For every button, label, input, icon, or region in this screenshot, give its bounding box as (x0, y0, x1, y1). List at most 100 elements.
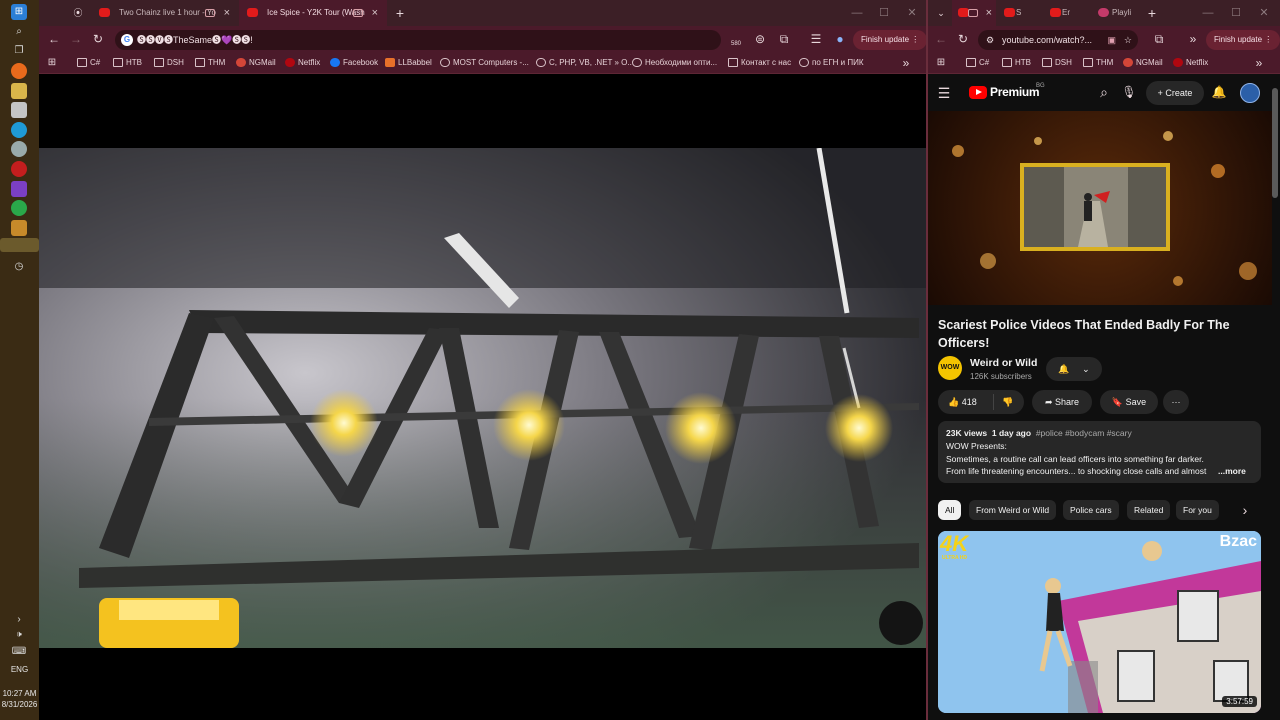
video-player[interactable] (39, 148, 926, 648)
media-control-icon[interactable]: ☰ (807, 30, 825, 48)
tab-search-icon[interactable]: ⌄ (932, 4, 950, 22)
bookmark-star-icon[interactable]: ☆ (1124, 30, 1132, 50)
bookmark-netflix[interactable]: Netflix (1173, 52, 1208, 74)
chip-for-you[interactable]: For you (1176, 500, 1219, 520)
extensions-puzzle-icon[interactable]: ⧉ (775, 30, 793, 48)
bookmark-folder-thm[interactable]: THM (1083, 52, 1113, 74)
close-tab-icon[interactable]: × (372, 0, 378, 26)
cast-icon[interactable]: ▣ (1107, 30, 1116, 50)
notifications-bell-icon[interactable]: 🔔 (1210, 83, 1228, 101)
tab-ice-spice[interactable]: Ice Spice - Y2K Tour (Wash × (239, 0, 387, 26)
account-avatar[interactable] (1240, 83, 1260, 103)
apps-grid-icon[interactable]: ⊞ (43, 54, 61, 72)
bookmark-neobhodimi[interactable]: Необходими опти... (632, 52, 717, 74)
chip-all[interactable]: All (938, 500, 962, 520)
extensions-puzzle-icon[interactable]: ⧉ (1150, 30, 1168, 48)
subscribed-notifications-button[interactable]: 🔔 ⌄ (1046, 357, 1102, 381)
save-button[interactable]: 🔖 Save (1100, 390, 1158, 414)
edge-icon[interactable] (11, 122, 27, 138)
tab-search-icon[interactable]: ⦿ (69, 4, 87, 22)
extension-badge[interactable]: 580 (727, 30, 745, 48)
forward-icon[interactable]: → (67, 30, 85, 48)
menu-icon[interactable]: ☰ (935, 84, 953, 102)
overflow-chevron-icon[interactable]: » (1184, 30, 1202, 48)
search-icon[interactable]: ⌕ (11, 24, 27, 40)
bookmark-llbabbel[interactable]: LLBabbel (385, 52, 432, 74)
clock-time[interactable]: 10:27 AM (0, 689, 39, 699)
opera-icon[interactable] (11, 161, 27, 177)
bookmark-facebook[interactable]: Facebook (330, 52, 378, 74)
language-indicator[interactable]: ENG (0, 665, 39, 675)
tab-active-youtube[interactable]: × (952, 0, 996, 26)
mini-player[interactable] (928, 111, 1272, 305)
chrome-active-icon[interactable] (0, 238, 39, 252)
create-button[interactable]: + Create (1146, 81, 1204, 105)
bookmark-folder-dsh[interactable]: DSH (1042, 52, 1072, 74)
bookmark-folder-thm[interactable]: THM (195, 52, 225, 74)
maximize-icon[interactable]: ☐ (1222, 0, 1250, 26)
firefox-icon[interactable] (11, 63, 27, 79)
dislike-button[interactable]: 👎 (1002, 390, 1013, 414)
onenote-icon[interactable] (11, 181, 27, 197)
reload-icon[interactable]: ↻ (954, 30, 972, 48)
keyboard-icon[interactable]: ⌨ (11, 644, 27, 660)
clock-date[interactable]: 8/31/2026 (0, 700, 39, 710)
file-explorer-icon[interactable] (11, 83, 27, 99)
like-button[interactable]: 👍 418 (948, 397, 977, 407)
bookmark-c-php[interactable]: C, PHP, VB, .NET » O... (536, 52, 634, 74)
back-icon[interactable]: ← (45, 30, 63, 48)
close-window-icon[interactable]: ✕ (1250, 0, 1278, 26)
bookmark-netflix[interactable]: Netflix (285, 52, 320, 74)
tab-playlist[interactable]: Playli (1092, 0, 1142, 26)
youtube-premium-logo[interactable]: Premium (990, 85, 1040, 99)
start-icon[interactable]: ⊞ (11, 4, 27, 20)
settings-icon[interactable] (11, 141, 27, 157)
hashtags[interactable]: #police #bodycam #scary (1036, 428, 1132, 438)
page-scrollbar[interactable] (1272, 88, 1278, 198)
new-tab-icon[interactable]: + (1143, 4, 1161, 22)
channel-name[interactable]: Weird or Wild (970, 357, 1037, 369)
tab-s[interactable]: S (998, 0, 1042, 26)
extension-icon[interactable]: ⊜ (751, 30, 769, 48)
address-bar[interactable]: ⚙ youtube.com/watch?... ▣ ☆ (978, 30, 1138, 50)
microphone-icon[interactable]: 🎙 (1120, 83, 1138, 101)
close-tab-icon[interactable]: × (986, 0, 992, 26)
finish-update-button[interactable]: Finish update ⋮ (1206, 30, 1280, 50)
bookmark-folder-ntv[interactable]: НТВ (113, 52, 142, 74)
close-tab-icon[interactable]: × (224, 0, 230, 26)
chrome-icon[interactable] (11, 200, 27, 216)
app-icon[interactable] (11, 102, 27, 118)
bookmark-folder-dsh[interactable]: DSH (154, 52, 184, 74)
description-box[interactable]: 23K views 1 day ago #police #bodycam #sc… (938, 421, 1261, 483)
volume-icon[interactable]: 🕩 (11, 626, 27, 642)
chip-related[interactable]: Related (1127, 500, 1171, 520)
finish-update-button[interactable]: Finish update ⋮ (853, 30, 928, 50)
bookmark-most-computers[interactable]: MOST Computers -... (440, 52, 529, 74)
more-actions-button[interactable]: ··· (1163, 390, 1189, 414)
youtube-logo-icon[interactable] (969, 86, 987, 99)
chips-next-icon[interactable]: › (1236, 501, 1254, 519)
tab-two-chainz[interactable]: Two Chainz live 1 hour - Yo × (91, 0, 239, 26)
reload-icon[interactable]: ↻ (89, 30, 107, 48)
channel-avatar[interactable]: WOW (938, 356, 962, 380)
close-window-icon[interactable]: ✕ (898, 0, 926, 26)
clock-app-icon[interactable]: ◷ (11, 259, 27, 275)
tab-er[interactable]: Er (1044, 0, 1090, 26)
new-tab-icon[interactable]: + (391, 4, 409, 22)
task-view-icon[interactable]: ❐ (11, 43, 27, 59)
search-icon[interactable]: ⌕ (1095, 83, 1113, 101)
profile-icon[interactable]: ● (831, 30, 849, 48)
chip-from-channel[interactable]: From Weird or Wild (969, 500, 1057, 520)
bookmark-ngmail[interactable]: NGMail (1123, 52, 1163, 74)
back-icon[interactable]: ← (932, 30, 950, 48)
show-more-link[interactable]: ...more (1218, 466, 1246, 476)
apps-grid-icon[interactable]: ⊞ (932, 54, 950, 72)
share-button[interactable]: ➦ Share (1032, 390, 1092, 414)
bookmark-folder-csharp[interactable]: C# (77, 52, 100, 74)
bookmark-folder-ntv[interactable]: НТВ (1002, 52, 1031, 74)
bookmark-folder-csharp[interactable]: C# (966, 52, 989, 74)
minimize-icon[interactable]: — (1194, 0, 1222, 26)
chip-police-cars[interactable]: Police cars (1063, 500, 1119, 520)
app-icon-2[interactable] (11, 220, 27, 236)
bookmarks-overflow-icon[interactable]: » (1250, 54, 1268, 72)
